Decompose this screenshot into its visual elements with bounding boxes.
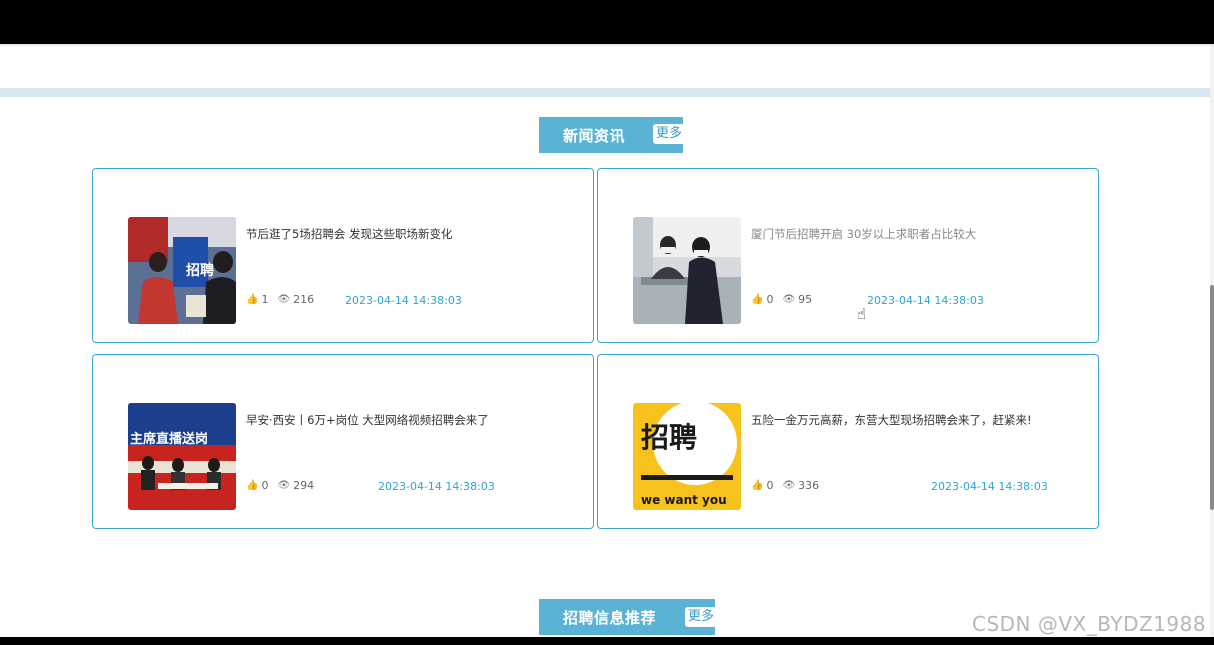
like-count: 0	[261, 479, 269, 492]
view-count: 294	[293, 479, 315, 492]
view-count: 95	[798, 293, 813, 306]
news-date: 2023-04-14 14:38:03	[378, 480, 495, 493]
news-card[interactable]: 招聘 节后逛了5场招聘会 发现这些职场新变化 👍 1 👁 216 2023-04…	[92, 168, 594, 343]
hand-cursor-icon: ☝	[857, 305, 867, 323]
news-date: 2023-04-14 14:38:03	[931, 480, 1048, 493]
watermark: CSDN @VX_BYDZ1988	[972, 612, 1207, 636]
news-more-button[interactable]: 更多	[653, 124, 686, 144]
news-meta: 👍 0 👁 95	[751, 293, 821, 306]
news-section-title-text: 新闻资讯	[563, 126, 626, 145]
news-title[interactable]: 早安·西安丨6万+岗位 大型网络视频招聘会来了	[246, 412, 489, 428]
eye-icon: 👁	[782, 480, 796, 491]
thumbs-up-icon[interactable]: 👍	[246, 480, 258, 491]
thumbnail-slogan: we want you	[641, 493, 727, 507]
recommend-more-button[interactable]: 更多	[685, 607, 718, 627]
news-thumbnail[interactable]: 主席直播送岗	[128, 403, 236, 510]
news-card[interactable]: 厦门节后招聘开启 30岁以上求职者占比较大 👍 0 👁 95 2023-04-1…	[597, 168, 1099, 343]
recommend-section-title-text: 招聘信息推荐	[563, 608, 657, 627]
news-meta: 👍 1 👁 216	[246, 293, 323, 306]
eye-icon: 👁	[277, 480, 291, 491]
news-thumbnail[interactable]: 招聘 we want you	[633, 403, 741, 510]
thumbs-up-icon[interactable]: 👍	[751, 480, 763, 491]
thumbnail-caption: 招聘	[641, 421, 697, 454]
thumbs-up-icon[interactable]: 👍	[246, 294, 258, 305]
news-meta: 👍 0 👁 294	[246, 479, 323, 492]
section-stripe	[0, 88, 1210, 97]
news-thumbnail[interactable]: 招聘	[128, 217, 236, 324]
news-thumbnail[interactable]	[633, 217, 741, 324]
header-divider	[0, 44, 1214, 46]
news-title[interactable]: 厦门节后招聘开启 30岁以上求职者占比较大	[751, 226, 976, 242]
thumbs-up-icon[interactable]: 👍	[751, 294, 763, 305]
news-title[interactable]: 五险一金万元高薪，东营大型现场招聘会来了，赶紧来!	[751, 412, 1032, 428]
news-meta: 👍 0 👁 336	[751, 479, 828, 492]
bottom-black-bar	[0, 637, 1214, 645]
top-black-bar	[0, 0, 1214, 44]
eye-icon: 👁	[782, 294, 796, 305]
news-title[interactable]: 节后逛了5场招聘会 发现这些职场新变化	[246, 226, 452, 242]
news-date: 2023-04-14 14:38:03	[867, 294, 984, 307]
scrollbar-thumb[interactable]	[1210, 285, 1214, 510]
view-count: 216	[293, 293, 315, 306]
news-card[interactable]: 主席直播送岗 早安·西安丨6万+岗位 大型网络视频招聘会来了 👍 0 👁 294…	[92, 354, 594, 529]
like-count: 1	[261, 293, 269, 306]
svg-text:招聘: 招聘	[186, 262, 214, 279]
like-count: 0	[766, 479, 774, 492]
thumbnail-caption: 主席直播送岗	[130, 431, 208, 447]
news-date: 2023-04-14 14:38:03	[345, 294, 462, 307]
like-count: 0	[766, 293, 774, 306]
news-card[interactable]: 招聘 we want you 五险一金万元高薪，东营大型现场招聘会来了，赶紧来!…	[597, 354, 1099, 529]
view-count: 336	[798, 479, 820, 492]
eye-icon: 👁	[277, 294, 291, 305]
